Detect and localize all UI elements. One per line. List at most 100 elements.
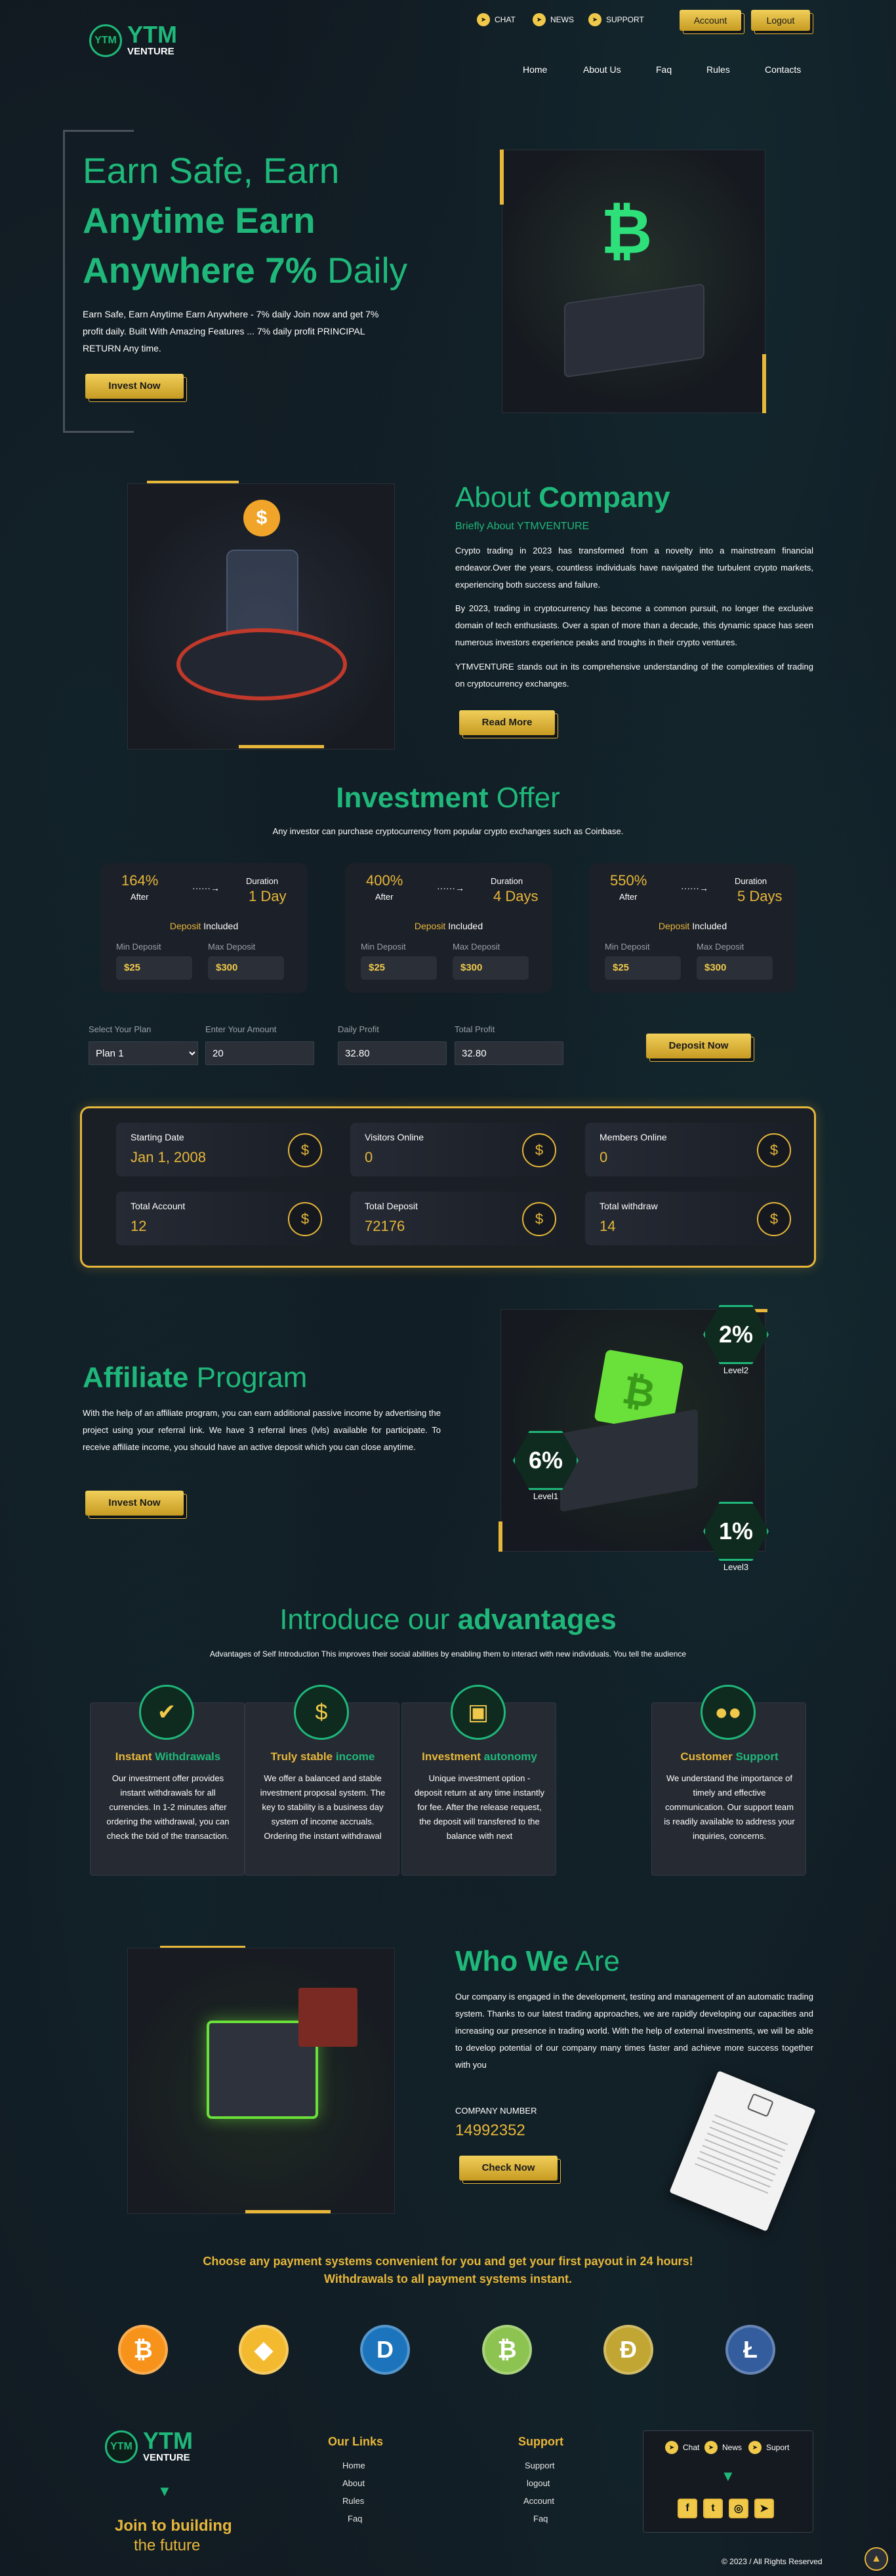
support-label: SUPPORT — [606, 15, 644, 24]
dogecoin-icon: Ð — [603, 2325, 653, 2375]
footer-link-account[interactable]: Account — [523, 2496, 554, 2506]
footer-link-home[interactable]: Home — [342, 2461, 365, 2470]
twitter-icon[interactable]: t — [703, 2499, 723, 2518]
plan-included-word: Included — [203, 921, 239, 931]
stat-card: Starting Date Jan 1, 2008 $ — [116, 1123, 334, 1177]
affiliate-invest-button[interactable]: Invest Now — [85, 1491, 184, 1516]
news-label: NEWS — [550, 15, 574, 24]
plan-max-value: $300 — [453, 956, 529, 980]
hero-invest-button[interactable]: Invest Now — [85, 374, 184, 399]
daily-profit-label: Daily Profit — [338, 1024, 379, 1034]
logo[interactable]: YTM YTM VENTURE — [89, 21, 177, 57]
stat-card: Total Account 12 $ — [116, 1192, 334, 1245]
footer-link-faq-2[interactable]: Faq — [533, 2514, 548, 2524]
footer-link-about[interactable]: About — [342, 2478, 365, 2488]
affiliate-description: With the help of an affiliate program, y… — [83, 1408, 441, 1452]
nav-contacts[interactable]: Contacts — [765, 64, 801, 75]
about-read-more-button[interactable]: Read More — [459, 710, 555, 735]
footer-logo[interactable]: YTM YTM VENTURE — [105, 2427, 193, 2463]
gold-accent-bar — [245, 2210, 331, 2213]
advantages-title: Introduce our advantages — [0, 1603, 896, 1636]
money-growth-icon: $ — [294, 1685, 349, 1740]
check-shield-icon: ✔ — [139, 1685, 194, 1740]
about-coin-illustration: $ — [127, 483, 395, 750]
telegram-icon: ➤ — [748, 2441, 762, 2454]
news-link[interactable]: ➤ NEWS — [533, 13, 574, 26]
platform-shape — [565, 285, 703, 376]
payment-line-2: Withdrawals to all payment systems insta… — [324, 2272, 572, 2285]
stat-card: Members Online 0 $ — [585, 1123, 803, 1177]
account-button[interactable]: Account — [680, 10, 741, 31]
who-title: Who We Are — [455, 1945, 620, 1978]
footer-support-link[interactable]: ➤ Suport — [748, 2441, 789, 2454]
affiliate-title: Affiliate Program — [83, 1361, 307, 1394]
footer-link-support[interactable]: Support — [525, 2461, 555, 2470]
deposit-now-button[interactable]: Deposit Now — [646, 1034, 751, 1058]
hero-description: Earn Safe, Earn Anytime Earn Anywhere - … — [83, 309, 379, 353]
plan-deposit-included: Deposit Included — [100, 921, 308, 931]
plan-max-label: Max Deposit — [453, 942, 500, 952]
footer-news-link[interactable]: ➤ News — [704, 2441, 742, 2454]
stat-value: 14 — [600, 1218, 616, 1234]
stat-label: Members Online — [600, 1132, 667, 1142]
telegram-icon: ➤ — [704, 2441, 718, 2454]
logo-name: YTM — [127, 21, 177, 48]
scroll-top-button[interactable]: ▲ — [865, 2547, 888, 2571]
footer-chat-link[interactable]: ➤ Chat — [665, 2441, 699, 2454]
hero-bitcoin-illustration: ₿ — [502, 150, 765, 413]
base-ring — [176, 628, 347, 700]
plan-min-value: $25 — [116, 956, 192, 980]
footer-links-title: Our Links — [328, 2435, 384, 2448]
check-now-button[interactable]: Check Now — [459, 2156, 558, 2181]
nav-home[interactable]: Home — [523, 64, 547, 75]
nav-about[interactable]: About Us — [583, 64, 621, 75]
footer-join-1: Join to building — [115, 2517, 232, 2535]
plan-select[interactable]: Plan 1 — [89, 1041, 198, 1065]
advantages-title-bold: advantages — [457, 1603, 617, 1636]
total-profit-label: Total Profit — [455, 1024, 495, 1034]
total-profit-field[interactable] — [455, 1041, 563, 1065]
advantage-title-2: autonomy — [483, 1750, 537, 1763]
stat-value: Jan 1, 2008 — [131, 1149, 206, 1165]
hero-line1: Earn Safe, Earn — [83, 150, 340, 191]
coin-icon: $ — [243, 500, 280, 536]
about-title-light: About — [455, 481, 531, 513]
who-chip-illustration — [127, 1948, 395, 2214]
nav-rules[interactable]: Rules — [706, 64, 730, 75]
arrow-icon: ······→ — [681, 883, 708, 893]
instagram-icon[interactable]: ◎ — [729, 2499, 748, 2518]
stat-card: Total withdraw 14 $ — [585, 1192, 803, 1245]
plan-duration: 1 Day — [249, 888, 287, 904]
affiliate-title-bold: Affiliate — [83, 1361, 189, 1394]
daily-profit-field[interactable] — [338, 1041, 447, 1065]
company-number: 14992352 — [455, 2122, 525, 2139]
footer-link-faq[interactable]: Faq — [348, 2514, 362, 2524]
stat-value: 0 — [600, 1149, 608, 1165]
about-title: About Company — [455, 481, 670, 514]
logo-emblem-icon: YTM — [105, 2430, 138, 2463]
support-link[interactable]: ➤ SUPPORT — [588, 13, 644, 26]
advantage-text: We understand the importance of timely a… — [664, 1773, 795, 1841]
advantage-title: Instant Withdrawals — [91, 1750, 245, 1763]
plan-included-word: Included — [448, 921, 483, 931]
plan-percent: 550% — [610, 872, 647, 889]
plan-deposit-word: Deposit — [414, 921, 446, 931]
hero-line3: Anywhere 7% Daily — [83, 245, 407, 295]
hero-line3-light: Daily — [327, 250, 408, 291]
footer-link-logout[interactable]: logout — [527, 2478, 550, 2488]
telegram-icon[interactable]: ➤ — [754, 2499, 774, 2518]
coins-hand-icon: $ — [522, 1133, 556, 1167]
footer-logo-sub: VENTURE — [143, 2452, 190, 2463]
advantage-text: Our investment offer provides instant wi… — [106, 1773, 230, 1841]
footer-link-rules[interactable]: Rules — [342, 2496, 364, 2506]
nav-faq[interactable]: Faq — [656, 64, 672, 75]
advantage-card: ●● Customer Support We understand the im… — [651, 1685, 806, 1876]
who-title-bold: Who We — [455, 1945, 569, 1977]
chat-link[interactable]: ➤ CHAT — [477, 13, 516, 26]
footer-logo-name: YTM — [143, 2427, 193, 2454]
logout-button[interactable]: Logout — [751, 10, 810, 31]
chat-label: CHAT — [495, 15, 516, 24]
amount-input[interactable] — [205, 1041, 314, 1065]
facebook-icon[interactable]: f — [678, 2499, 697, 2518]
coins-hand-icon: $ — [522, 1202, 556, 1236]
